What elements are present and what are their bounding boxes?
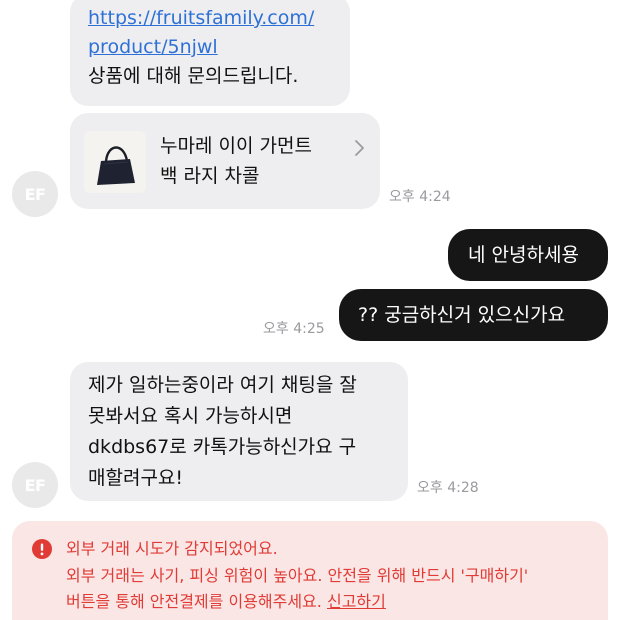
message-text: 상품에 대해 문의드립니다. (88, 65, 299, 87)
avatar-initials: EF (24, 184, 46, 204)
warning-text: 외부 거래는 사기, 피싱 위험이 높아요. 안전을 위해 반드시 '구매하기' (66, 566, 529, 585)
avatar[interactable]: EF (12, 171, 58, 217)
product-thumbnail (84, 131, 146, 193)
product-name-line1: 누마레 이이 가먼트 (160, 135, 312, 157)
message-bubble-incoming: 제가 일하는중이라 여기 채팅을 잘 못봐서요 혹시 가능하시면 dkdbs67… (70, 362, 408, 501)
report-link[interactable]: 신고하기 (327, 592, 386, 611)
message-line: 매할려구요! (88, 467, 184, 489)
message-line: dkdbs67로 카톡가능하신가요 구 (88, 436, 357, 458)
chevron-right-icon[interactable] (352, 137, 368, 159)
warning-text-continued: 버튼을 통해 안전결제를 이용해주세요. 신고하기 (66, 591, 386, 613)
message-bubble-inquiry: https://fruitsfamily.com/ product/5njwl … (70, 0, 350, 106)
message-timestamp: 오후 4:25 (263, 321, 325, 337)
external-trade-warning: 외부 거래 시도가 감지되었어요. 외부 거래는 사기, 피싱 위험이 높아요.… (12, 521, 608, 620)
product-link-continued[interactable]: product/5njwl (88, 33, 334, 62)
message-timestamp: 오후 4:28 (417, 480, 479, 496)
message-line: 못봐서요 혹시 가능하시면 (88, 405, 293, 427)
avatar[interactable]: EF (12, 462, 58, 508)
product-name: 누마레 이이 가먼트 백 라지 차콜 (160, 131, 340, 191)
product-card[interactable]: 누마레 이이 가먼트 백 라지 차콜 (70, 113, 380, 209)
alert-circle-icon (32, 539, 52, 559)
warning-text-line3: 버튼을 통해 안전결제를 이용해주세요. (66, 592, 322, 611)
message-line: 제가 일하는중이라 여기 채팅을 잘 (88, 374, 357, 396)
avatar-initials: EF (24, 475, 46, 495)
product-link[interactable]: https://fruitsfamily.com/ (88, 4, 334, 33)
chat-screen: https://fruitsfamily.com/ product/5njwl … (0, 0, 620, 620)
message-timestamp: 오후 4:24 (389, 189, 451, 205)
tote-bag-icon (84, 131, 146, 193)
message-bubble-outgoing: ?? 궁금하신거 있으신가요 (339, 289, 608, 341)
message-text: 네 안녕하세용 (468, 244, 579, 266)
message-text: ?? 궁금하신거 있으신가요 (358, 304, 566, 326)
message-bubble-outgoing: 네 안녕하세용 (448, 229, 608, 281)
warning-title: 외부 거래 시도가 감지되었어요. (66, 539, 278, 558)
product-name-line2: 백 라지 차콜 (160, 165, 260, 187)
